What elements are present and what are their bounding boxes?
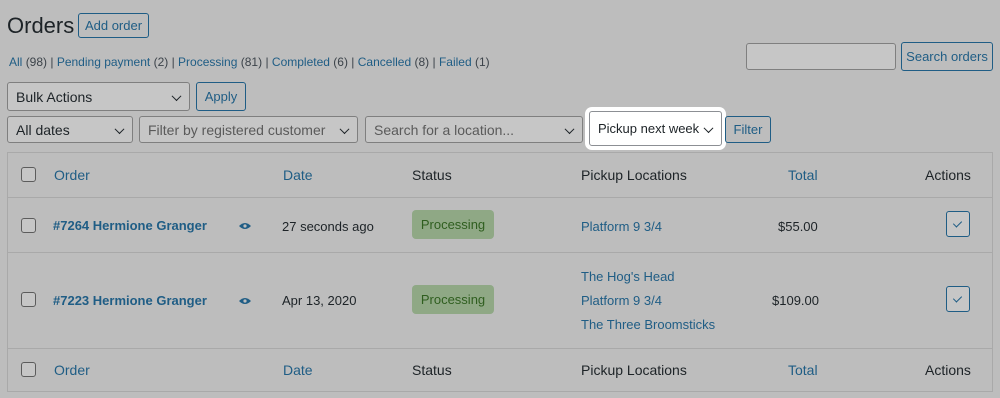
order-link[interactable]: #7223 Hermione Granger [53,293,207,308]
chevron-down-icon [171,90,182,101]
eye-icon[interactable] [239,222,251,230]
chevron-down-icon [703,122,714,133]
column-actions: Actions [925,362,971,378]
order-link[interactable]: #7264 Hermione Granger [53,218,207,233]
filter-cancelled-count: (8) [414,55,430,69]
filter-all-count: (98) [25,55,48,69]
chevron-down-icon [114,123,125,134]
pickup-date-value: Pickup next week [598,121,700,136]
select-all-checkbox[interactable] [21,362,36,377]
pickup-location[interactable]: Platform 9 3/4 [581,293,662,308]
add-order-button[interactable]: Add order [78,13,149,38]
column-order[interactable]: Order [54,362,90,378]
column-date[interactable]: Date [283,167,313,183]
complete-action-button[interactable] [946,211,970,237]
column-status: Status [412,167,452,183]
date-filter-select[interactable]: All dates [7,116,133,143]
order-date: 27 seconds ago [282,219,374,234]
eye-icon[interactable] [239,297,251,305]
filter-completed-count: (6) [333,55,348,69]
column-pickup-locations: Pickup Locations [581,167,687,183]
location-filter-select[interactable]: Search for a location... [365,116,583,143]
status-badge: Processing [412,210,494,239]
column-total[interactable]: Total [788,362,818,378]
orders-table: Order Date Status Pickup Locations Total… [7,152,993,392]
chevron-down-icon [564,123,575,134]
column-order[interactable]: Order [54,167,90,183]
search-orders-button[interactable]: Search orders [901,42,993,71]
filter-pending-count: (2) [153,55,169,69]
column-date[interactable]: Date [283,362,313,378]
complete-action-button[interactable] [946,286,970,312]
order-date: Apr 13, 2020 [282,293,357,308]
page-title: Orders [7,13,75,38]
order-total: $109.00 [772,293,819,308]
status-filter-links: All (98) | Pending payment (2) | Process… [9,55,490,69]
table-row: #7264 Hermione Granger 27 seconds ago Pr… [8,198,992,252]
column-total[interactable]: Total [788,167,818,183]
date-filter-value: All dates [16,121,70,138]
status-badge: Processing [412,285,494,314]
filter-failed-count: (1) [474,55,490,69]
bulk-actions-select[interactable]: Bulk Actions [7,82,190,111]
select-all-checkbox[interactable] [21,167,36,182]
customer-filter-select[interactable]: Filter by registered customer [139,116,358,143]
filter-button[interactable]: Filter [725,116,771,143]
pickup-location[interactable]: Platform 9 3/4 [581,219,662,234]
filter-processing-count: (81) [240,55,263,69]
location-filter-placeholder: Search for a location... [374,121,515,138]
customer-filter-placeholder: Filter by registered customer [148,121,326,138]
filter-cancelled[interactable]: Cancelled [358,55,411,69]
filter-failed[interactable]: Failed [439,55,472,69]
column-pickup-locations: Pickup Locations [581,362,687,378]
row-checkbox[interactable] [21,292,36,307]
table-footer: Order Date Status Pickup Locations Total… [8,349,992,392]
filter-completed[interactable]: Completed [272,55,330,69]
bulk-actions-value: Bulk Actions [16,88,93,105]
filter-processing[interactable]: Processing [178,55,237,69]
pickup-location[interactable]: The Hog's Head [581,269,675,284]
column-actions: Actions [925,167,971,183]
filter-pending-payment[interactable]: Pending payment [57,55,150,69]
pickup-location[interactable]: The Three Broomsticks [581,317,715,332]
filter-all[interactable]: All [9,55,22,69]
search-orders-input[interactable] [746,43,896,70]
row-checkbox[interactable] [21,218,36,233]
order-total: $55.00 [778,219,818,234]
table-row: #7223 Hermione Granger Apr 13, 2020 Proc… [8,253,992,348]
pickup-date-select[interactable]: Pickup next week [589,111,722,146]
table-header: Order Date Status Pickup Locations Total… [8,153,992,197]
apply-button[interactable]: Apply [196,82,246,111]
chevron-down-icon [339,123,350,134]
column-status: Status [412,362,452,378]
